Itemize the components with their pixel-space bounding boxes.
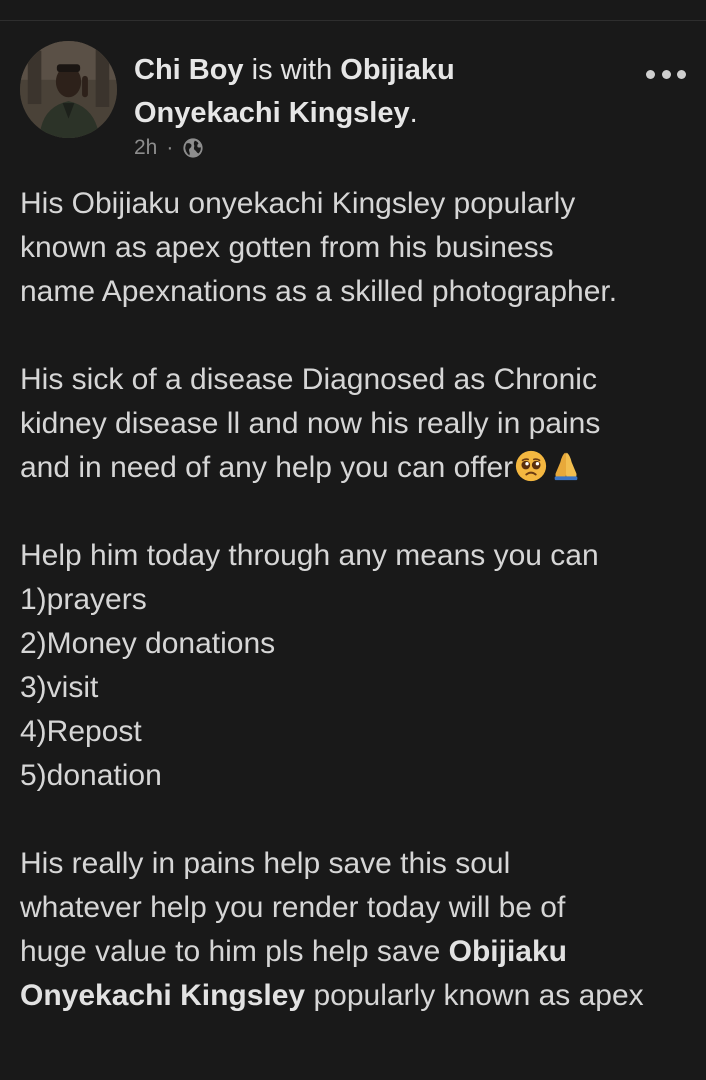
tagged-person-rest[interactable]: Onyekachi Kingsley bbox=[134, 97, 410, 129]
help-list-item: 2)Money donations bbox=[20, 627, 276, 660]
author-avatar[interactable] bbox=[20, 41, 117, 138]
more-dot bbox=[646, 69, 655, 79]
body-line: Help him today through any means you can bbox=[20, 539, 599, 572]
more-options-icon[interactable] bbox=[646, 61, 686, 87]
more-dot bbox=[661, 69, 671, 79]
help-list-item: 3)visit bbox=[20, 671, 99, 704]
body-line: His sick of a disease Diagnosed as Chron… bbox=[20, 363, 597, 396]
help-list-item: 5)donation bbox=[20, 759, 162, 792]
body-line: His Obijiaku onyekachi Kingsley popularl… bbox=[20, 187, 576, 220]
paragraph-help: Help him today through any means you can… bbox=[20, 534, 700, 798]
globe-icon[interactable] bbox=[182, 137, 204, 159]
paragraph-appeal: His really in pains help save this soul … bbox=[20, 842, 700, 1018]
body-line: His really in pains help save this soul bbox=[20, 847, 511, 880]
body-line: popularly known as apex bbox=[305, 979, 644, 1012]
folded-hands-emoji bbox=[549, 449, 583, 483]
meta-separator: · bbox=[166, 136, 174, 159]
paragraph-diagnosis: His sick of a disease Diagnosed as Chron… bbox=[20, 358, 700, 490]
pleading-face-emoji bbox=[514, 449, 548, 483]
avatar-photo bbox=[20, 41, 117, 138]
feed-post: Chi Boy is with Obijiaku Onyekachi Kings… bbox=[0, 21, 706, 1080]
tagged-person-first[interactable]: Obijiaku bbox=[340, 54, 454, 86]
post-body: His Obijiaku onyekachi Kingsley popularl… bbox=[20, 182, 700, 1018]
mention-full-name[interactable]: Onyekachi Kingsley bbox=[20, 979, 305, 1012]
body-line: and in need of any help you can offer bbox=[20, 451, 514, 484]
post-header: Chi Boy is with Obijiaku Onyekachi Kings… bbox=[134, 49, 614, 135]
help-list-item: 1)prayers bbox=[20, 583, 147, 616]
body-line: name Apexnations as a skilled photograph… bbox=[20, 275, 618, 308]
more-dot bbox=[677, 69, 686, 79]
with-text: is with bbox=[251, 54, 333, 86]
paragraph-intro: His Obijiaku onyekachi Kingsley popularl… bbox=[20, 182, 700, 314]
body-line: whatever help you render today will be o… bbox=[20, 891, 566, 924]
mention-first-name[interactable]: Obijiaku bbox=[449, 935, 567, 968]
body-line: kidney disease ll and now his really in … bbox=[20, 407, 601, 440]
with-label: is with bbox=[252, 54, 341, 86]
help-list-item: 4)Repost bbox=[20, 715, 142, 748]
body-line: known as apex gotten from his business bbox=[20, 231, 554, 264]
body-line: huge value to him pls help save bbox=[20, 935, 449, 968]
post-timestamp[interactable]: 2h bbox=[134, 133, 157, 163]
post-meta: 2h · bbox=[134, 133, 204, 163]
author-name-link[interactable]: Chi Boy bbox=[134, 54, 244, 86]
tagged-period: . bbox=[409, 97, 418, 129]
